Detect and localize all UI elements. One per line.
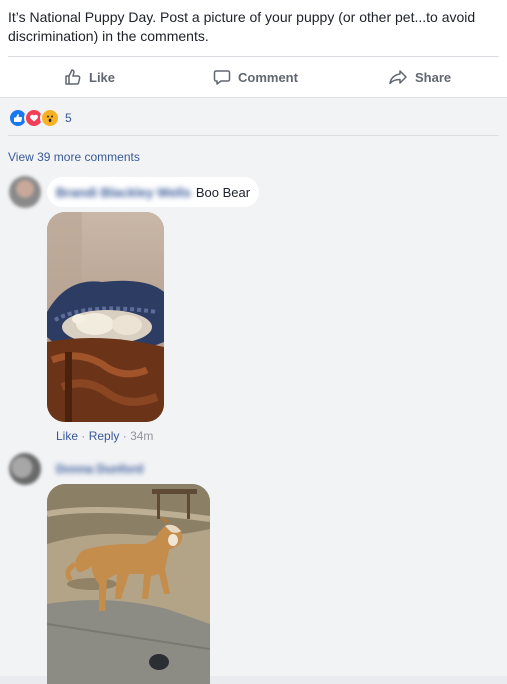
comment-meta: Like · Reply · 34m: [56, 429, 153, 443]
comment-photo-dog-yard[interactable]: [47, 484, 210, 684]
post-text: It’s National Puppy Day. Post a picture …: [8, 9, 476, 44]
comment-text: Boo Bear: [195, 184, 251, 200]
wow-reaction-icon: [40, 108, 60, 128]
meta-dot: ·: [81, 429, 89, 443]
comment-button[interactable]: Comment: [213, 66, 298, 88]
comment-timestamp[interactable]: 34m: [130, 429, 153, 443]
reaction-count: 5: [65, 111, 72, 125]
share-icon: [388, 68, 408, 86]
actions-divider: [8, 56, 499, 57]
share-label: Share: [415, 69, 452, 85]
comment-author[interactable]: Brandi Blackley Wells: [56, 185, 191, 200]
avatar[interactable]: [9, 453, 41, 485]
comment-reply-link[interactable]: Reply: [89, 429, 120, 443]
post-card: It’s National Puppy Day. Post a picture …: [0, 0, 507, 98]
avatar[interactable]: [9, 176, 41, 208]
meta-dot: ·: [122, 429, 131, 443]
comment-label: Comment: [238, 69, 298, 85]
comment-bubble: Brandi Blackley Wells Boo Bear: [47, 177, 260, 207]
like-button[interactable]: Like: [64, 66, 115, 88]
comment-icon: [213, 68, 231, 86]
view-more-comments-link[interactable]: View 39 more comments: [8, 150, 140, 164]
share-button[interactable]: Share: [388, 66, 451, 88]
comment-like-link[interactable]: Like: [56, 429, 78, 443]
thumbs-up-icon: [64, 68, 82, 86]
like-label: Like: [89, 69, 116, 85]
reactions-summary[interactable]: 5: [8, 108, 72, 128]
comment-photo-puppy-bed[interactable]: [47, 212, 164, 422]
comment-author[interactable]: Donna Dunford: [56, 462, 143, 476]
separator: [8, 135, 499, 136]
